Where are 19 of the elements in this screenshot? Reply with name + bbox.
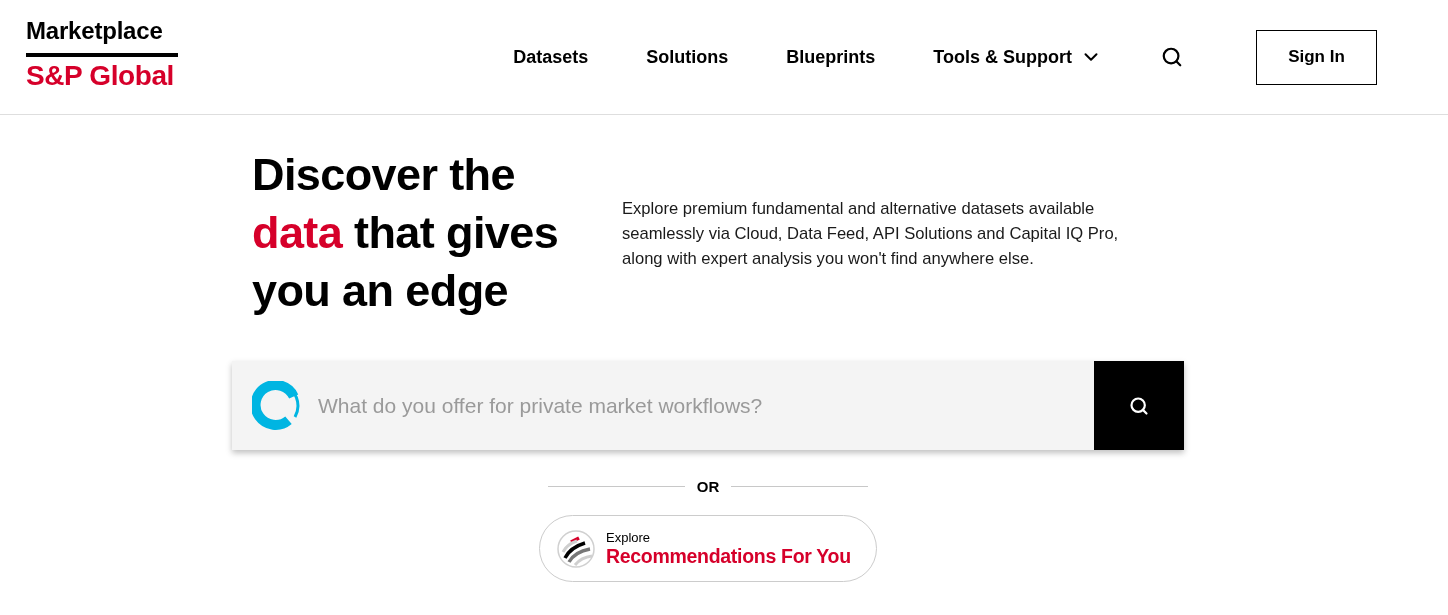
- sign-in-button[interactable]: Sign In: [1256, 29, 1377, 85]
- divider-label: OR: [696, 478, 720, 495]
- logo-wordmark: S&P Global: [26, 61, 175, 91]
- recommendations-title: Recommendations For You: [606, 544, 851, 568]
- logo-title: Marketplace: [26, 17, 164, 45]
- nav-link[interactable]: Solutions: [646, 46, 729, 68]
- search-bar[interactable]: What do you offer for private market workflows?: [232, 361, 1184, 450]
- stripes-badge-icon: [557, 529, 595, 568]
- nav-link[interactable]: Datasets: [513, 46, 589, 68]
- hero-heading: Discover the data that gives you an edge: [252, 148, 560, 318]
- search-icon: [1129, 395, 1149, 416]
- recommendations-button[interactable]: Explore Recommendations For You: [539, 515, 877, 582]
- ring-logo-icon: [252, 380, 302, 431]
- nav-link[interactable]: Blueprints: [786, 46, 876, 68]
- nav-dropdown[interactable]: Tools & Support: [933, 46, 1102, 68]
- hero-description: Explore premium fundamental and alternative datasets available seamlessly via Cloud, Data Feed, API Solutions and Capital IQ Pro, along with expert analysis you won't find anywhere else.: [622, 197, 1120, 270]
- search-field[interactable]: What do you offer for private market workflows?: [302, 361, 1094, 450]
- search-icon[interactable]: [1160, 45, 1184, 69]
- recommendations-eyebrow: Explore: [606, 529, 652, 545]
